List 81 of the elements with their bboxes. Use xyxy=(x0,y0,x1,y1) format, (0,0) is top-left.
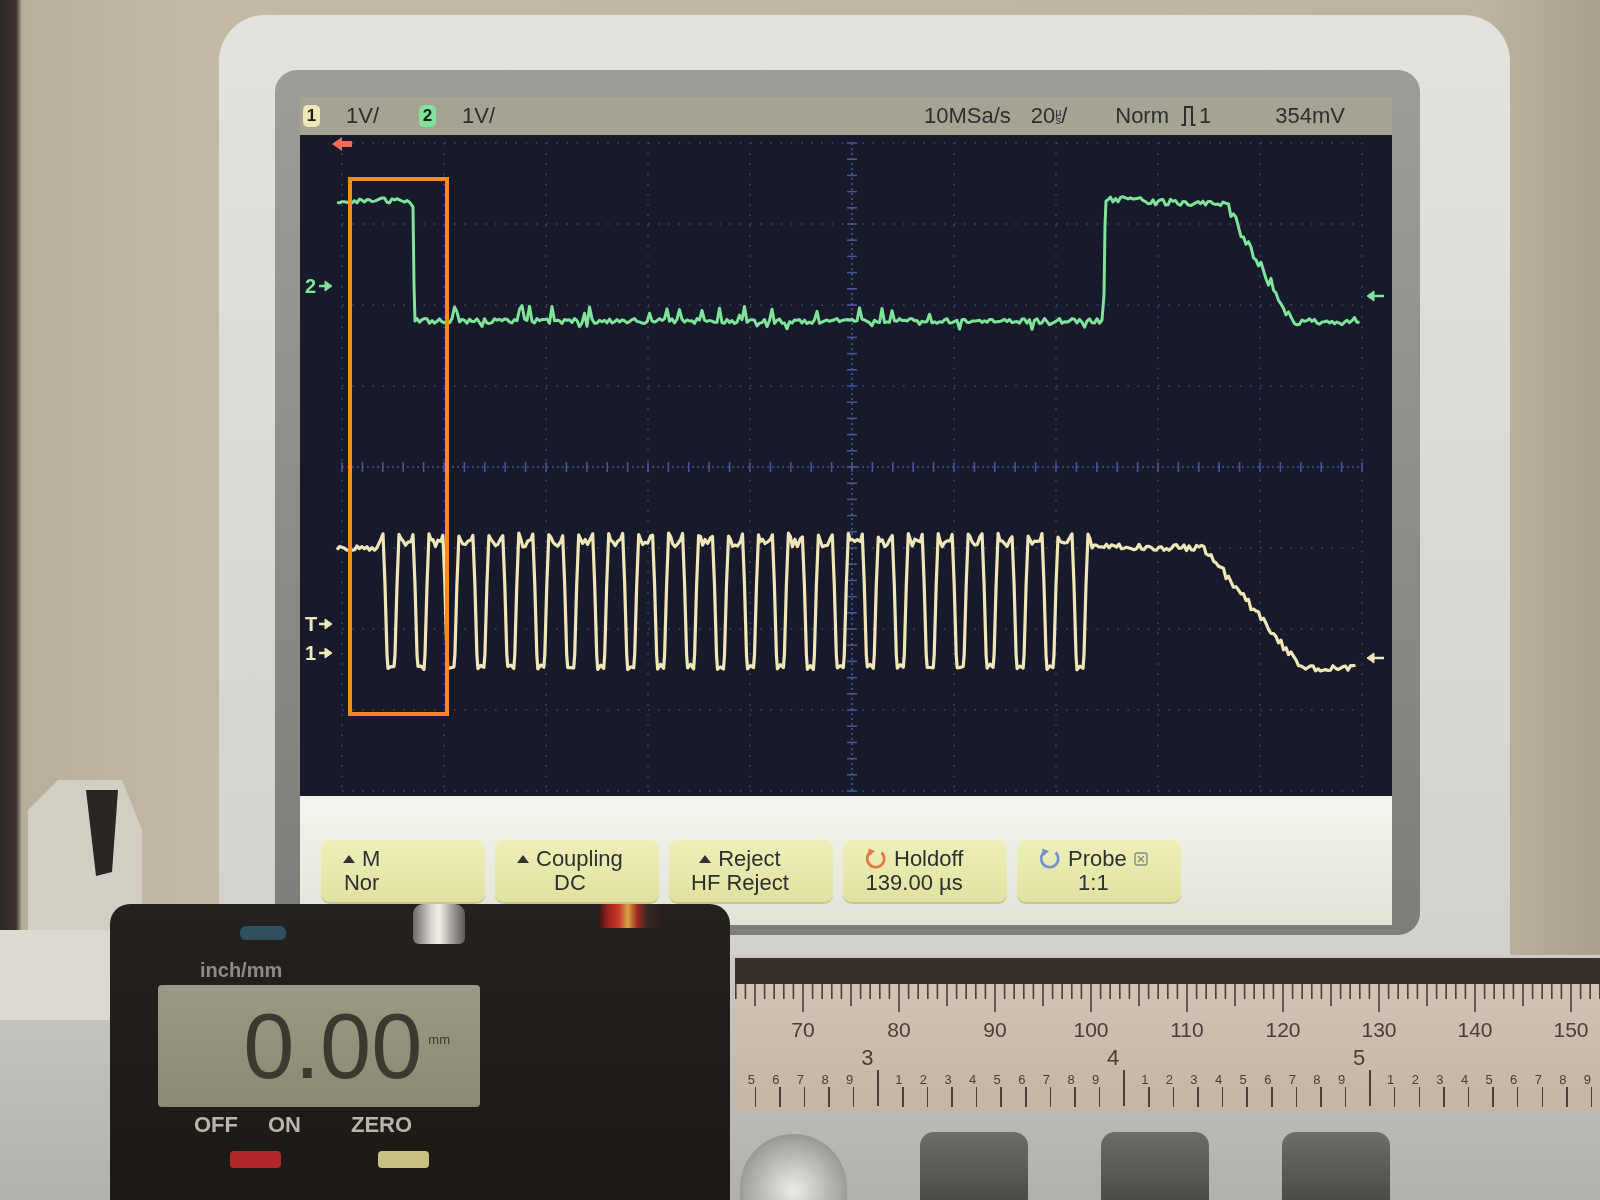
channel-badge: 1 xyxy=(303,105,320,127)
arrow-icon xyxy=(1366,652,1384,664)
scale-number: 4 xyxy=(1460,1072,1469,1087)
scale-number: 7 xyxy=(1288,1072,1296,1087)
scale-number: 4 xyxy=(1107,1046,1120,1070)
caliper-key xyxy=(240,926,286,940)
scale-number: 9 xyxy=(1092,1072,1100,1087)
scale-number: 5 xyxy=(747,1072,755,1087)
scale-number: 7 xyxy=(1534,1072,1542,1087)
scale-number: 5 xyxy=(1485,1072,1493,1087)
scale-number: 6 xyxy=(772,1072,780,1087)
scale-number: 3 xyxy=(861,1046,874,1070)
scale-number: 1 xyxy=(895,1072,903,1087)
softkey[interactable]: M Nor xyxy=(321,840,485,902)
screw-knob xyxy=(413,904,465,944)
scale-number: 1 xyxy=(1141,1072,1149,1087)
triangle-icon xyxy=(343,855,355,863)
scale-number: 9 xyxy=(846,1072,854,1087)
scale-number: 5 xyxy=(1353,1046,1366,1070)
softkey[interactable]: Coupling DC xyxy=(495,840,659,902)
scale-number: 3 xyxy=(1436,1072,1444,1087)
lcd-unit: mm xyxy=(428,1031,450,1047)
scale-number: 4 xyxy=(969,1072,977,1087)
key-label: ZERO xyxy=(351,1113,413,1137)
trigger-level: 354mV xyxy=(1275,103,1345,129)
arrow-icon xyxy=(319,280,333,292)
scale-number: 6 xyxy=(1018,1072,1026,1087)
key-label: ON xyxy=(268,1113,301,1137)
scale-number: 130 xyxy=(1361,1018,1397,1042)
volts-per-division: 1V/ xyxy=(462,103,496,129)
arrow-icon xyxy=(1366,290,1384,302)
scale-number: 2 xyxy=(1165,1072,1173,1087)
level-marker: 1 xyxy=(305,642,317,664)
key-label: OFF xyxy=(194,1113,238,1137)
scale-number: 7 xyxy=(1042,1072,1051,1087)
ribbon-cable xyxy=(600,904,662,928)
softkey[interactable]: Holdoff 139.00 µs xyxy=(843,840,1007,902)
softkey[interactable]: Reject HF Reject xyxy=(669,840,833,902)
scale-number: 6 xyxy=(1510,1072,1518,1087)
scale-number: 80 xyxy=(887,1018,911,1042)
scale-number: 2 xyxy=(919,1072,928,1087)
scale-number: 8 xyxy=(1559,1072,1567,1087)
sample-rate: 10MSa/s xyxy=(923,103,1011,129)
scale-number: 5 xyxy=(1239,1072,1247,1087)
scale-number: 140 xyxy=(1457,1018,1493,1042)
arrow-icon xyxy=(332,137,352,151)
scale-number: 110 xyxy=(1170,1018,1204,1042)
trigger-mode: Norm xyxy=(1115,103,1170,129)
arrow-icon xyxy=(319,647,333,659)
scale-number: 3 xyxy=(1190,1072,1198,1087)
volts-per-division: 1V/ xyxy=(346,103,380,129)
unit-label: inch/mm xyxy=(200,958,283,982)
scale-number: 9 xyxy=(1337,1072,1346,1087)
triangle-icon xyxy=(517,855,529,863)
arrow-icon xyxy=(319,618,333,630)
trigger-source: 1 xyxy=(1199,103,1212,129)
scale-number: 2 xyxy=(1411,1072,1419,1087)
lcd-reading: 0.00 xyxy=(243,996,423,1096)
triangle-icon xyxy=(699,855,712,863)
scale-number: 6 xyxy=(1264,1072,1272,1087)
scale-number: 120 xyxy=(1265,1018,1301,1042)
scale-number: 9 xyxy=(1583,1072,1592,1087)
scale-number: 8 xyxy=(1313,1072,1321,1087)
scale-number: 7 xyxy=(796,1072,805,1087)
level-marker: 2 xyxy=(305,275,317,297)
scale-number: 5 xyxy=(993,1072,1001,1087)
level-marker: T xyxy=(305,613,318,635)
scale-number: 150 xyxy=(1553,1018,1589,1042)
scale-number: 1 xyxy=(1387,1072,1395,1087)
scale-number: 8 xyxy=(821,1072,829,1087)
scale-number: 8 xyxy=(1067,1072,1075,1087)
pulse-icon xyxy=(1181,106,1197,126)
channel-badge: 2 xyxy=(419,105,437,127)
scale-number: 70 xyxy=(791,1018,815,1042)
caliper-key xyxy=(230,1151,281,1168)
softkey[interactable]: Probe 1:1 xyxy=(1017,840,1181,902)
scale-number: 100 xyxy=(1073,1018,1109,1042)
scale-number: 4 xyxy=(1214,1072,1223,1087)
scale-number: 3 xyxy=(944,1072,952,1087)
caliper-key xyxy=(378,1151,429,1168)
scale-number: 90 xyxy=(983,1018,1007,1042)
